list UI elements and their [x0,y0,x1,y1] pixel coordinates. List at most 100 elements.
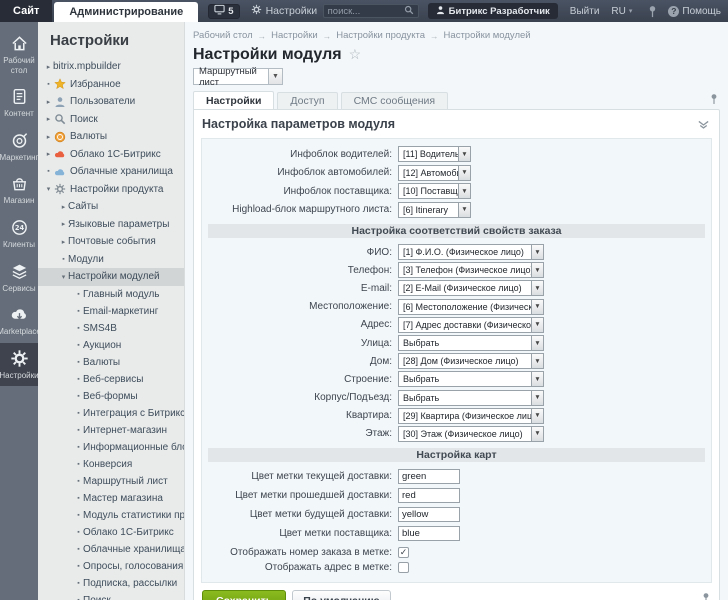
color-input[interactable] [398,469,460,484]
field-select[interactable]: [28] Дом (Физическое лицо) ▼ [398,353,544,369]
breadcrumb-item[interactable]: Настройки продукта [336,30,425,41]
field-select[interactable]: [2] E-Mail (Физическое лицо) ▼ [398,280,544,296]
breadcrumb-item[interactable]: Рабочий стол [193,30,253,41]
tree-item[interactable]: ▪ Мастер магазина [38,490,184,507]
rail-item-1[interactable]: Контент [0,81,38,125]
field-label: Телефон: [208,265,398,276]
tree-item[interactable]: ▸ Валюты [38,128,184,146]
tree-item[interactable]: ▪ Валюты [38,354,184,371]
rail-item-label: Контент [4,109,34,119]
field-select[interactable]: Выбрать ▼ [398,335,544,351]
field-select[interactable]: [30] Этаж (Физическое лицо) ▼ [398,426,544,442]
field-select[interactable]: Выбрать ▼ [398,371,544,387]
notifications-button[interactable]: 5 [208,4,239,19]
tree-item[interactable]: ▸ Пользователи [38,93,184,111]
color-input[interactable] [398,526,460,541]
bullet-icon: ▪ [74,546,83,553]
tree-toggle-icon[interactable]: ▸ [44,98,53,106]
checkbox[interactable] [398,562,409,573]
tree-item[interactable]: ▪ Модули [38,251,184,269]
save-button[interactable]: Сохранить [202,590,286,600]
site-tab[interactable]: Сайт [0,0,52,22]
collapse-chevron-icon[interactable] [697,120,710,129]
tree-item[interactable]: ▪ Интеграция с Битрикс24 [38,405,184,422]
tree-item[interactable]: ▪ Модуль статистики продаж [38,507,184,524]
tree-item[interactable]: ▪ Интернет-магазин [38,422,184,439]
tabs-pin-icon[interactable] [710,92,718,110]
tree-item[interactable]: ▪ Email-маркетинг [38,303,184,320]
field-select[interactable]: [7] Адрес доставки (Физическое лицо) ▼ [398,317,544,333]
tree-item[interactable]: ▾ Настройки продукта [38,181,184,199]
rail-item-2[interactable]: Маркетинг [0,125,38,169]
tree-toggle-icon[interactable]: ▸ [44,133,53,141]
module-select[interactable]: Маршрутный лист ▼ [193,68,283,85]
tree-item[interactable]: ▪ Информационные блоки [38,439,184,456]
tree-item[interactable]: ▪ Опросы, голосования [38,558,184,575]
rail-item-4[interactable]: 24 Клиенты [0,212,38,256]
tree-item[interactable]: ▪ Облако 1С-Битрикс [38,524,184,541]
tree-item[interactable]: ▸ bitrix.mpbuilder [38,58,184,76]
tree-toggle-icon[interactable]: ▸ [59,203,68,211]
field-select[interactable]: Выбрать ▼ [398,390,544,406]
search-box[interactable]: поиск... [323,4,419,18]
tab-2[interactable]: СМС сообщения [341,92,448,109]
field-select[interactable]: [6] Местоположение (Физическое лицо) ▼ [398,299,544,315]
bottom-pin-icon[interactable] [702,591,710,600]
tree-toggle-icon[interactable]: ▾ [44,185,53,193]
tree-item[interactable]: ▪ Избранное [38,76,184,94]
tree-toggle-icon[interactable]: ▸ [44,115,53,123]
tree-toggle-icon[interactable]: ▸ [59,220,68,228]
tree-item[interactable]: ▪ Конверсия [38,456,184,473]
tree-toggle-icon[interactable]: ▸ [59,238,68,246]
tree-item[interactable]: ▸ Сайты [38,198,184,216]
tree-item[interactable]: ▸ Почтовые события [38,233,184,251]
checkbox[interactable]: ✓ [398,547,409,558]
field-select[interactable]: [1] Ф.И.О. (Физическое лицо) ▼ [398,244,544,260]
field-select[interactable]: [3] Телефон (Физическое лицо) ▼ [398,262,544,278]
tree-toggle-icon[interactable]: ▸ [44,63,53,71]
rail-item-6[interactable]: Marketplace [0,299,38,343]
field-select[interactable]: [10] Поставщик ▼ [398,183,471,199]
rail-item-5[interactable]: Сервисы [0,256,38,300]
topbar-pin-icon[interactable] [648,5,657,18]
rail-item-label: Клиенты [3,240,35,250]
rail-item-0[interactable]: Рабочий стол [0,28,38,81]
color-input[interactable] [398,488,460,503]
tab-1[interactable]: Доступ [277,92,337,109]
tree-item[interactable]: ▪ Поиск [38,592,184,600]
field-select[interactable]: [6] Itinerary ▼ [398,202,471,218]
tree-item[interactable]: ▪ Веб-формы [38,388,184,405]
topbar-settings-button[interactable]: Настройки [251,4,318,18]
tree-item[interactable]: ▾ Настройки модулей [38,268,184,286]
tree-item[interactable]: ▪ SMS4B [38,320,184,337]
tree-item[interactable]: ▪ Облачные хранилища [38,163,184,181]
tree-item[interactable]: ▪ Веб-сервисы [38,371,184,388]
field-select[interactable]: [11] Водитель ▼ [398,146,471,162]
tree-item[interactable]: ▸ Облако 1С-Битрикс [38,146,184,164]
tree-item[interactable]: ▪ Облачные хранилища [38,541,184,558]
tree-item[interactable]: ▪ Аукцион [38,337,184,354]
breadcrumb-item[interactable]: Настройки модулей [444,30,531,41]
logout-link[interactable]: Выйти [570,6,600,17]
rail-item-3[interactable]: Магазин [0,168,38,212]
rail-item-7[interactable]: Настройки [0,343,38,387]
admin-tab[interactable]: Администрирование [54,2,198,22]
language-selector[interactable]: RU ▾ [611,6,632,17]
color-input[interactable] [398,507,460,522]
favorite-star-icon[interactable]: ☆ [349,46,362,63]
tree-item[interactable]: ▪ Маршрутный лист [38,473,184,490]
tree-toggle-icon[interactable]: ▾ [59,273,68,281]
tree-toggle-icon[interactable]: ▸ [44,150,53,158]
user-menu-button[interactable]: Битрикс Разработчик [428,3,558,19]
bullet-icon: ▪ [74,597,83,600]
tree-item[interactable]: ▸ Поиск [38,111,184,129]
default-button[interactable]: По умолчанию [292,590,390,600]
tree-item[interactable]: ▪ Главный модуль [38,286,184,303]
field-select[interactable]: [29] Квартира (Физическое лицо) ▼ [398,408,544,424]
help-link[interactable]: ? Помощь [668,6,721,17]
tree-item[interactable]: ▪ Подписка, рассылки [38,575,184,592]
field-select[interactable]: [12] Автомобили ▼ [398,165,471,181]
breadcrumb-item[interactable]: Настройки [271,30,318,41]
tab-0[interactable]: Настройки [193,91,274,109]
tree-item[interactable]: ▸ Языковые параметры [38,216,184,234]
